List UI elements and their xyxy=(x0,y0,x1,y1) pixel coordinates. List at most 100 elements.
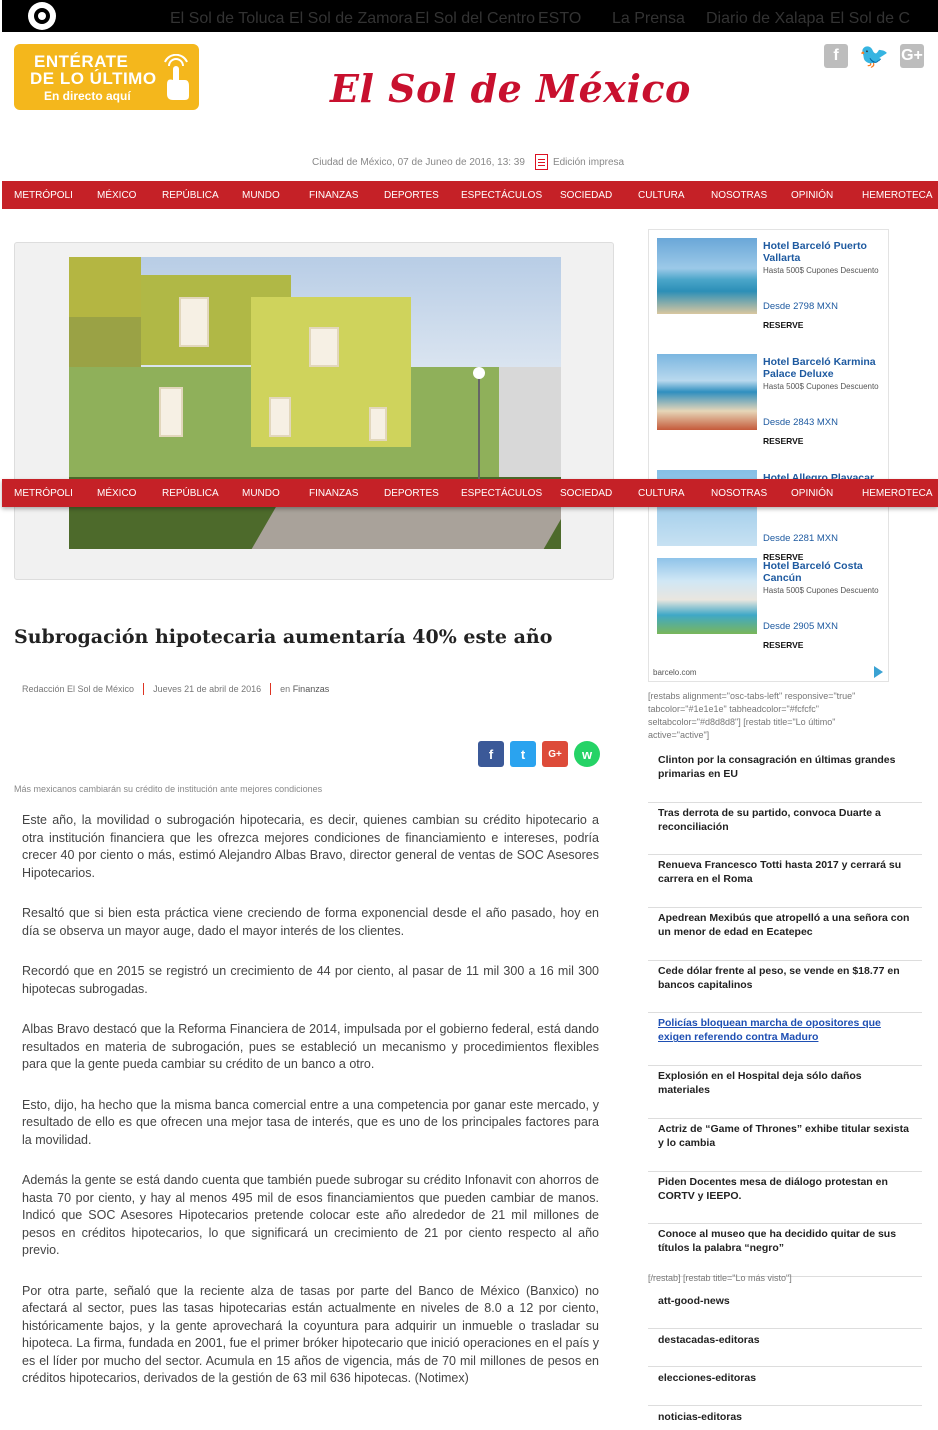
adchoices-icon[interactable] xyxy=(874,666,884,678)
site-logo[interactable]: El Sol de México xyxy=(330,66,691,111)
nav-item[interactable]: NOSOTRAS xyxy=(711,190,767,201)
hotel-promo: Hasta 500$ Cupones Descuento xyxy=(763,266,879,275)
network-link[interactable]: El Sol de Toluca xyxy=(170,10,284,28)
promo-line: En directo aquí xyxy=(44,89,131,103)
nav-item[interactable]: HEMEROTECA xyxy=(862,488,933,499)
reserve-button[interactable]: RESERVE xyxy=(763,436,803,446)
paragraph: Recordó que en 2015 se registró un creci… xyxy=(22,964,599,996)
network-link[interactable]: El Sol del Centro xyxy=(415,10,535,28)
hotel-thumbnail[interactable] xyxy=(657,354,757,430)
section-link[interactable]: Finanzas xyxy=(293,684,330,694)
author: Redacción El Sol de México xyxy=(22,684,135,694)
network-logo-icon[interactable] xyxy=(28,2,56,30)
nav-item[interactable]: CULTURA xyxy=(638,190,684,201)
hotel-name[interactable]: Hotel Barceló Costa Cancún xyxy=(763,560,883,584)
tag-item[interactable]: att-good-news xyxy=(648,1290,922,1329)
nav-item[interactable]: REPÚBLICA xyxy=(162,488,219,499)
touch-hand-icon xyxy=(164,54,189,100)
live-promo-button[interactable]: ENTÉRATE DE LO ÚLTIMO En directo aquí xyxy=(14,44,199,110)
network-link[interactable]: ESTO xyxy=(538,10,581,28)
network-link[interactable]: La Prensa xyxy=(612,10,685,28)
ad-hotel[interactable]: Hotel Barceló Karmina Palace Deluxe Hast… xyxy=(657,346,887,456)
reserve-button[interactable]: RESERVE xyxy=(763,640,803,650)
network-link[interactable]: El Sol de Zamora xyxy=(289,10,413,28)
article-body: Este año, la movilidad o subrogación hip… xyxy=(22,812,599,1411)
share-buttons: f t G+ w xyxy=(478,741,600,767)
main-nav: METRÓPOLI MÉXICO REPÚBLICA MUNDO FINANZA… xyxy=(2,181,938,209)
nav-item[interactable]: CULTURA xyxy=(638,488,684,499)
paragraph: Además la gente se está dando cuenta que… xyxy=(22,1173,599,1257)
nav-item[interactable]: MUNDO xyxy=(242,190,280,201)
restab-shortcode-end: [/restab] [restab title="Lo más visto"] xyxy=(648,1273,792,1283)
nav-item[interactable]: DEPORTES xyxy=(384,190,439,201)
facebook-icon[interactable]: f xyxy=(824,44,848,68)
news-item[interactable]: Apedrean Mexibús que atropelló a una señ… xyxy=(648,908,922,961)
news-item[interactable]: Clinton por la consagración en últimas g… xyxy=(648,750,922,803)
current-date: Ciudad de México, 07 de Juneo de 2016, 1… xyxy=(312,156,525,168)
nav-item[interactable]: SOCIEDAD xyxy=(560,190,612,201)
network-link[interactable]: El Sol de C xyxy=(830,10,910,28)
hotel-name[interactable]: Hotel Barceló Puerto Vallarta xyxy=(763,240,883,264)
reserve-button[interactable]: RESERVE xyxy=(763,320,803,330)
nav-item[interactable]: HEMEROTECA xyxy=(862,190,933,201)
latest-news-list: Clinton por la consagración en últimas g… xyxy=(648,750,922,1277)
tag-list: att-good-news destacadas-editoras elecci… xyxy=(648,1290,922,1430)
nav-item[interactable]: SOCIEDAD xyxy=(560,488,612,499)
article-title: Subrogación hipotecaria aumentaría 40% e… xyxy=(14,626,553,648)
news-item[interactable]: Explosión en el Hospital deja sólo daños… xyxy=(648,1066,922,1119)
nav-item[interactable]: ESPECTÁCULOS xyxy=(461,488,542,499)
twitter-icon[interactable]: 🐦 xyxy=(859,43,889,70)
nav-item[interactable]: DEPORTES xyxy=(384,488,439,499)
share-whatsapp-icon[interactable]: w xyxy=(574,741,600,767)
news-item[interactable]: Conoce al museo que ha decidido quitar d… xyxy=(648,1224,922,1277)
news-item[interactable]: Policías bloquean marcha de opositores q… xyxy=(648,1013,922,1067)
nav-item[interactable]: OPINIÓN xyxy=(791,190,833,201)
nav-item[interactable]: REPÚBLICA xyxy=(162,190,219,201)
nav-item[interactable]: FINANZAS xyxy=(309,488,358,499)
hotel-price[interactable]: Desde 2843 MXN xyxy=(763,417,838,428)
document-icon[interactable] xyxy=(534,154,548,170)
hotel-name[interactable]: Hotel Barceló Karmina Palace Deluxe xyxy=(763,356,883,380)
news-item[interactable]: Tras derrota de su partido, convoca Duar… xyxy=(648,803,922,856)
hotel-promo: Hasta 500$ Cupones Descuento xyxy=(763,586,879,595)
hotel-price[interactable]: Desde 2281 MXN xyxy=(763,533,838,544)
tag-item[interactable]: noticias-editoras xyxy=(648,1406,922,1430)
hotel-thumbnail[interactable] xyxy=(657,558,757,634)
nav-item[interactable]: FINANZAS xyxy=(309,190,358,201)
social-links: f 🐦 G+ xyxy=(824,43,924,70)
nav-item[interactable]: ESPECTÁCULOS xyxy=(461,190,542,201)
nav-item[interactable]: MUNDO xyxy=(242,488,280,499)
promo-line: DE LO ÚLTIMO xyxy=(30,69,157,88)
tag-item[interactable]: elecciones-editoras xyxy=(648,1367,922,1406)
news-item[interactable]: Renueva Francesco Totti hasta 2017 y cer… xyxy=(648,855,922,909)
nav-item[interactable]: METRÓPOLI xyxy=(14,488,73,499)
article-image-frame xyxy=(14,242,614,580)
news-item[interactable]: Piden Docentes mesa de diálogo protestan… xyxy=(648,1172,922,1225)
hotel-price[interactable]: Desde 2905 MXN xyxy=(763,621,838,632)
section-prefix: en xyxy=(280,684,291,694)
paragraph: Albas Bravo destacó que la Reforma Finan… xyxy=(22,1022,599,1071)
nav-item[interactable]: NOSOTRAS xyxy=(711,488,767,499)
nav-item[interactable]: METRÓPOLI xyxy=(14,190,73,201)
tag-item[interactable]: destacadas-editoras xyxy=(648,1329,922,1367)
sticky-nav: METRÓPOLI MÉXICO REPÚBLICA MUNDO FINANZA… xyxy=(2,479,938,507)
nav-item[interactable]: MÉXICO xyxy=(97,488,136,499)
network-link[interactable]: Diario de Xalapa xyxy=(706,10,824,28)
news-item[interactable]: Actriz de “Game of Thrones” exhibe titul… xyxy=(648,1119,922,1172)
share-google-plus-icon[interactable]: G+ xyxy=(542,741,568,767)
ad-hotel[interactable]: Hotel Barceló Puerto Vallarta Hasta 500$… xyxy=(657,230,887,340)
ad-hotel[interactable]: Hotel Barceló Costa Cancún Hasta 500$ Cu… xyxy=(657,550,887,660)
nav-item[interactable]: MÉXICO xyxy=(97,190,136,201)
news-item[interactable]: Cede dólar frente al peso, se vende en $… xyxy=(648,961,922,1014)
hotel-ad[interactable]: Hotel Barceló Puerto Vallarta Hasta 500$… xyxy=(648,229,889,682)
share-facebook-icon[interactable]: f xyxy=(478,741,504,767)
nav-item[interactable]: OPINIÓN xyxy=(791,488,833,499)
share-twitter-icon[interactable]: t xyxy=(510,741,536,767)
divider xyxy=(143,683,145,695)
hotel-price[interactable]: Desde 2798 MXN xyxy=(763,301,838,312)
print-edition-link[interactable]: Edición impresa xyxy=(553,157,624,168)
ad-domain[interactable]: barcelo.com xyxy=(653,668,697,677)
network-sites: El Sol de Toluca El Sol de Zamora El Sol… xyxy=(128,0,938,32)
google-plus-icon[interactable]: G+ xyxy=(900,44,924,68)
hotel-thumbnail[interactable] xyxy=(657,238,757,314)
